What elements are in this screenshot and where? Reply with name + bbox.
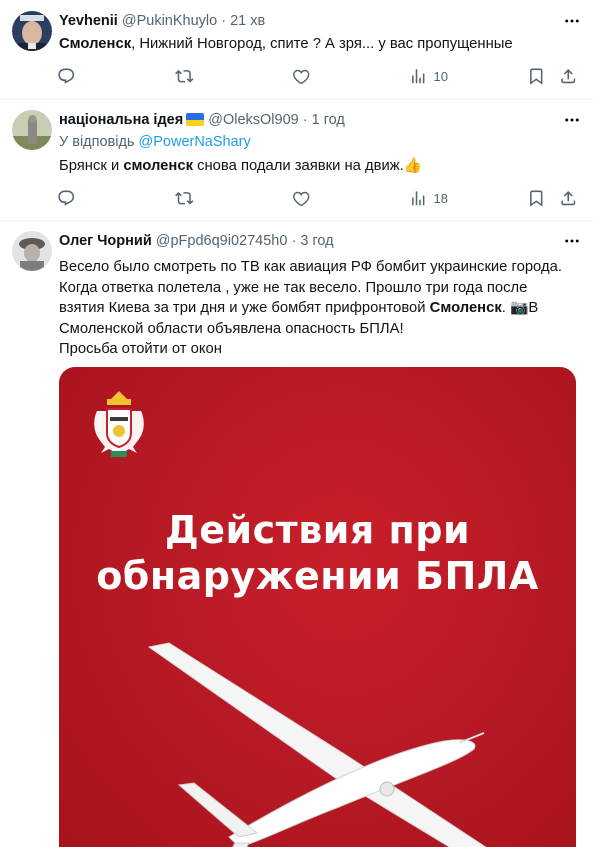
text-line: Когда ответка полетела , уже не так весе… [59,279,528,296]
share-button[interactable] [559,66,578,86]
drone-illustration [147,642,487,847]
tweet-2[interactable]: національна ідея @OleksOl909 · 1 год У в… [0,100,593,221]
reply-context: У відповідь @PowerNaShary [59,132,251,152]
tweet-1[interactable]: Yevhenii @PukinKhuylo · 21 хв Смоленск, … [0,0,593,100]
timestamp[interactable]: 1 год [312,112,345,128]
bookmark-icon [527,67,546,86]
action-bar: 10 [52,66,582,86]
more-icon[interactable] [563,111,581,129]
share-icon [559,189,578,208]
text-line: Смоленской области объявлена опасность Б… [59,320,404,337]
highlight-term: Смоленск [59,36,132,52]
text-line: Весело было смотреть по ТВ как авиация Р… [59,259,562,275]
reply-to-link[interactable]: @PowerNaShary [139,134,251,150]
reply-icon [57,189,76,208]
display-name[interactable]: Олег Чорний [59,233,152,249]
views-button[interactable]: 10 [409,66,448,86]
ukraine-flag-icon [186,113,205,126]
reply-icon [57,67,76,86]
tweet-header: Yevhenii @PukinKhuylo · 21 хв [59,11,553,31]
headline-line: Действия при [164,508,471,552]
separator-dot: · [302,112,308,128]
separator-dot: · [221,13,227,29]
user-handle[interactable]: @PukinKhuylo [122,13,217,29]
highlight-term: смоленск [123,158,193,174]
reply-button[interactable] [57,188,76,208]
tweet-header: Олег Чорний @pFpd6q9i02745h0 · 3 год [59,231,553,251]
views-count: 18 [433,190,448,206]
retweet-icon [175,189,194,208]
reply-button[interactable] [57,66,76,86]
retweet-button[interactable] [175,188,194,208]
avatar[interactable] [12,231,52,271]
text-segment: . 📷В [501,300,539,316]
tweet-media-image[interactable]: Действия при обнаружении БПЛА [59,367,576,847]
separator-dot: · [291,233,297,249]
tweet-text: Брянск и смоленск снова подали заявки на… [59,156,579,176]
tweet-text: Смоленск, Нижний Новгород, спите ? А зря… [59,34,579,54]
coat-of-arms-icon [94,391,144,457]
avatar[interactable] [12,110,52,150]
share-button[interactable] [559,188,578,208]
display-name[interactable]: Yevhenii [59,13,118,29]
timestamp[interactable]: 3 год [300,233,333,249]
media-headline: Действия при обнаружении БПЛА [59,507,576,599]
retweet-button[interactable] [175,66,194,86]
views-count: 10 [433,68,448,84]
user-handle[interactable]: @OleksOl909 [208,112,298,128]
retweet-icon [175,67,194,86]
highlight-term: Смоленск [429,300,502,316]
text-segment: Брянск и [59,158,124,174]
tweet-header: національна ідея @OleksOl909 · 1 год [59,110,553,130]
action-bar: 18 [52,188,582,208]
views-button[interactable]: 18 [409,188,448,208]
like-button[interactable] [292,66,311,86]
like-button[interactable] [292,188,311,208]
headline-line: обнаружении БПЛА [96,554,539,598]
bookmark-button[interactable] [527,188,546,208]
user-handle[interactable]: @pFpd6q9i02745h0 [156,233,288,249]
display-name[interactable]: національна ідея [59,112,183,128]
more-icon[interactable] [563,12,581,30]
bookmark-button[interactable] [527,66,546,86]
timestamp[interactable]: 21 хв [230,13,265,29]
text-segment: , Нижний Новгород, спите ? А зря... у ва… [131,36,513,52]
text-segment: снова подали заявки на движ.👍 [193,158,423,174]
more-icon[interactable] [563,232,581,250]
like-icon [292,189,311,208]
reply-prefix: У відповідь [59,134,139,150]
views-icon [409,67,428,86]
share-icon [559,67,578,86]
avatar[interactable] [12,11,52,51]
text-line: Просьба отойти от окон [59,341,222,357]
text-line: взятия Киева за три дня и уже бомбят при… [59,298,579,319]
text-segment: взятия Киева за три дня и уже бомбят при… [59,300,430,316]
bookmark-icon [527,189,546,208]
tweet-text: Весело было смотреть по ТВ как авиация Р… [59,257,579,360]
like-icon [292,67,311,86]
views-icon [409,189,428,208]
